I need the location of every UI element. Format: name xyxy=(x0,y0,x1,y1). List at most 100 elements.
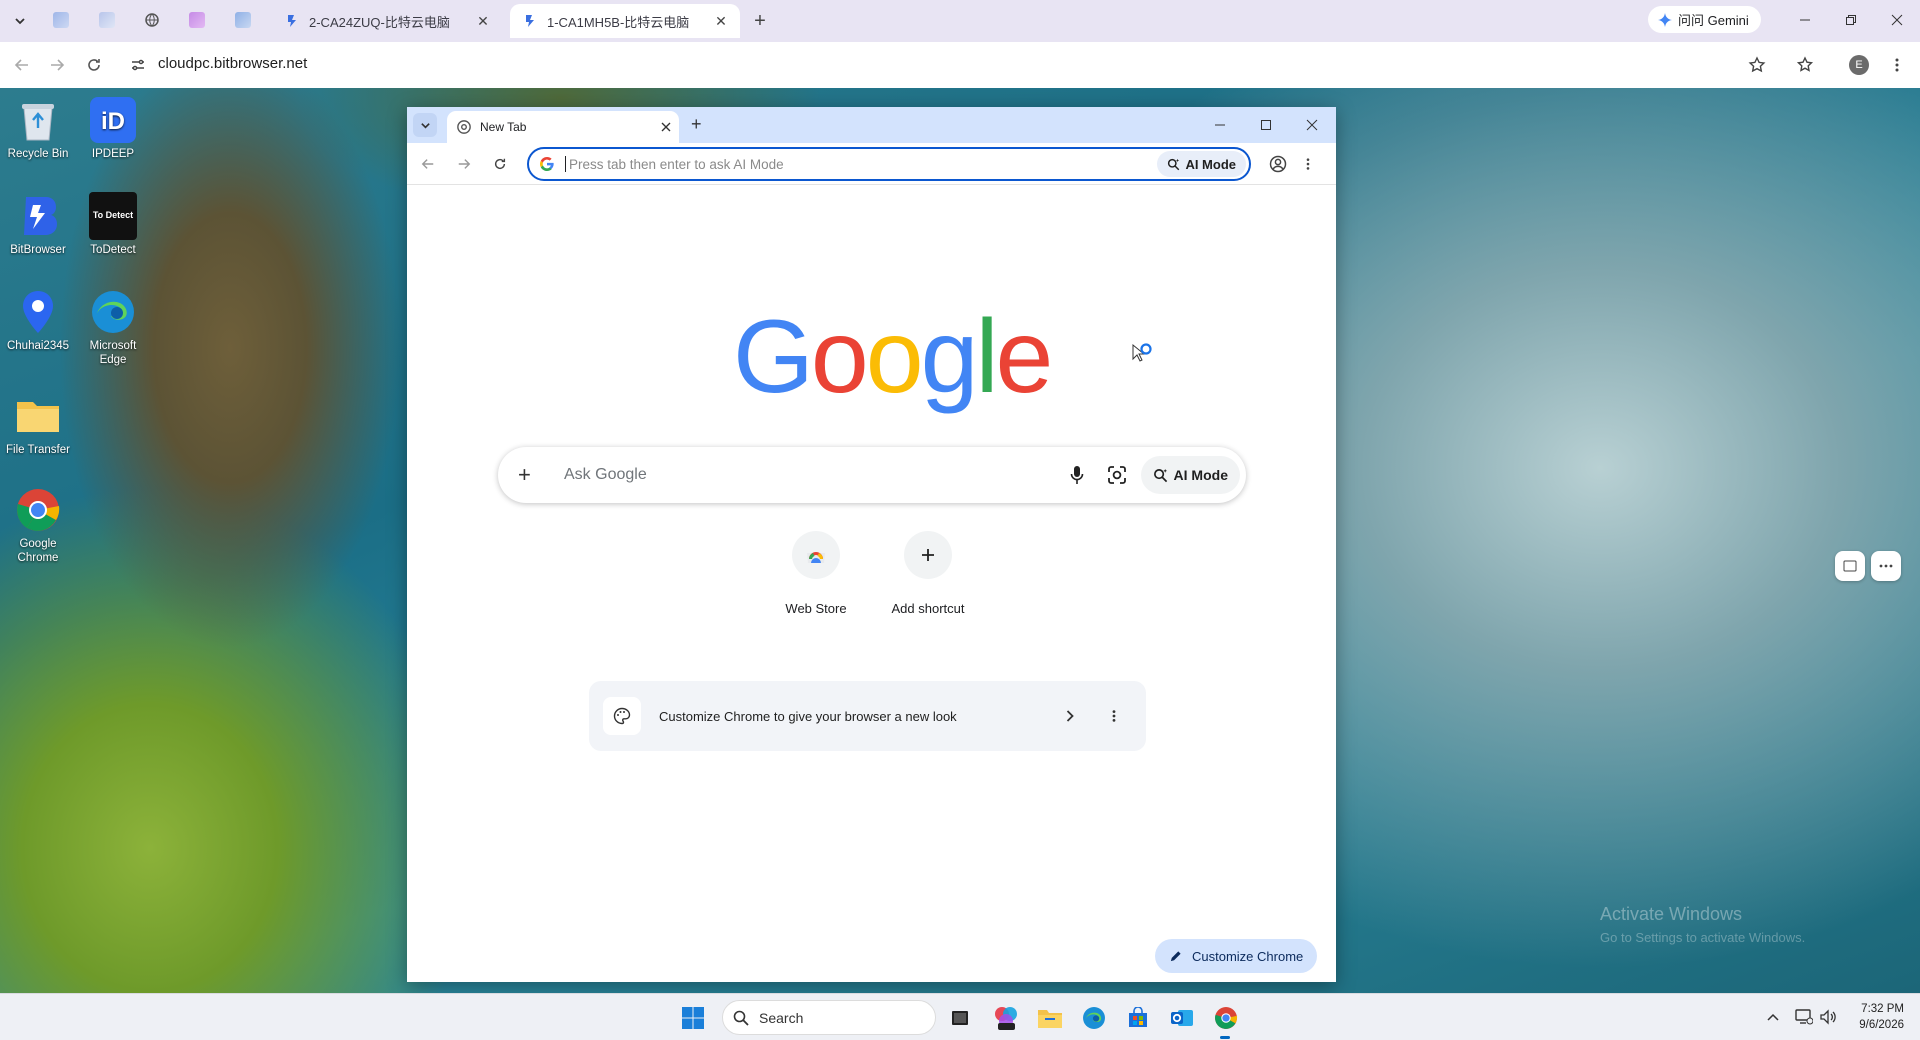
pinned-tab-1[interactable] xyxy=(50,9,72,31)
logo-letter: e xyxy=(995,299,1054,415)
close-window-button[interactable] xyxy=(1289,111,1335,139)
taskbar-search[interactable]: Search xyxy=(722,1000,936,1035)
taskbar-app-edge[interactable] xyxy=(1078,1002,1110,1034)
new-tab-button[interactable]: + xyxy=(748,9,772,33)
arrow-right-icon xyxy=(458,159,471,169)
task-view-button[interactable] xyxy=(944,1002,976,1034)
google-search-box[interactable]: + Ask Google AI Mode xyxy=(498,447,1246,503)
new-tab-button[interactable]: + xyxy=(691,114,702,135)
tab-title: 2-CA24ZUQ-比特云电脑 xyxy=(309,14,450,30)
reload-button[interactable] xyxy=(80,51,108,79)
site-info-button[interactable] xyxy=(124,51,152,79)
restore-button[interactable] xyxy=(1828,7,1874,33)
close-icon xyxy=(1306,119,1318,131)
desktop-icon-google-chrome[interactable]: Google Chrome xyxy=(2,486,74,566)
desktop-icon-recycle-bin[interactable]: Recycle Bin xyxy=(2,96,74,161)
minimize-button[interactable] xyxy=(1197,111,1243,139)
more-vert-icon[interactable] xyxy=(1096,698,1132,734)
taskbar-app-chrome[interactable] xyxy=(1210,1002,1242,1034)
search-label: Search xyxy=(759,1009,804,1026)
network-status-icon[interactable] xyxy=(1794,1008,1814,1026)
desktop-icon-ipdeep[interactable]: iD IPDEEP xyxy=(77,96,149,161)
ipdeep-icon: iD xyxy=(89,96,137,144)
chevron-up-icon xyxy=(1767,1013,1779,1021)
back-button[interactable] xyxy=(415,151,441,177)
star-icon xyxy=(1748,56,1766,73)
desktop-icon-bitbrowser[interactable]: BitBrowser xyxy=(2,192,74,257)
close-icon[interactable]: ✕ xyxy=(474,12,492,30)
reload-button[interactable] xyxy=(487,151,513,177)
omnibox[interactable]: Press tab then enter to ask AI Mode AI M… xyxy=(527,147,1251,181)
close-icon xyxy=(1891,14,1903,26)
arrow-right-icon xyxy=(51,59,65,71)
clock-time: 7:32 PM xyxy=(1861,1003,1904,1015)
outer-tab-2[interactable]: 1-CA1MH5B-比特云电脑 ✕ xyxy=(510,4,740,38)
bookmark-button[interactable] xyxy=(1743,51,1771,79)
google-logo: Google xyxy=(733,305,1053,409)
desktop-icon-chuhai2345[interactable]: Chuhai2345 xyxy=(2,288,74,353)
chevron-right-icon[interactable] xyxy=(1052,698,1088,734)
close-icon[interactable] xyxy=(661,122,671,132)
outer-tab-1[interactable]: 2-CA24ZUQ-比特云电脑 ✕ xyxy=(272,4,502,38)
desktop-icon-edge[interactable]: Microsoft Edge xyxy=(77,288,149,368)
outlook-icon xyxy=(1171,1010,1193,1026)
customize-chrome-card[interactable]: Customize Chrome to give your browser a … xyxy=(589,681,1146,751)
app-tile-icon xyxy=(235,12,251,28)
tab-search-dropdown[interactable] xyxy=(8,9,32,33)
avatar: E xyxy=(1849,55,1869,75)
ai-mode-button-large[interactable]: AI Mode xyxy=(1140,456,1240,494)
ai-mode-label: AI Mode xyxy=(1173,467,1228,483)
pinned-tab-3[interactable] xyxy=(141,9,163,31)
profile-button[interactable] xyxy=(1265,151,1291,177)
folder-icon xyxy=(1038,1010,1062,1028)
desktop-icon-label: Recycle Bin xyxy=(7,148,69,160)
desktop-icon-label: File Transfer xyxy=(6,444,70,456)
pinned-tab-4[interactable] xyxy=(186,9,208,31)
ai-search-icon xyxy=(1153,468,1167,482)
arrow-left-icon xyxy=(421,159,434,169)
lens-search-button[interactable] xyxy=(1097,455,1137,495)
taskbar-app-store[interactable] xyxy=(1122,1002,1154,1034)
inner-chrome-window: New Tab + Press tab then enter to ask AI… xyxy=(407,107,1336,982)
address-bar[interactable]: cloudpc.bitbrowser.net xyxy=(158,55,307,72)
taskbar-app-file-explorer[interactable] xyxy=(1034,1002,1066,1034)
close-icon[interactable]: ✕ xyxy=(712,12,730,30)
omnibox-placeholder: Press tab then enter to ask AI Mode xyxy=(569,156,784,172)
tab-new-tab[interactable]: New Tab xyxy=(447,111,679,143)
bitbrowser-icon xyxy=(526,15,534,27)
show-hidden-icons-button[interactable] xyxy=(1764,1008,1782,1026)
maximize-button[interactable] xyxy=(1243,111,1289,139)
profile-button[interactable]: E xyxy=(1845,51,1873,79)
system-clock[interactable]: 7:32 PM 9/6/2026 xyxy=(1840,1001,1904,1033)
new-tab-page: Google + Ask Google AI Mode Web Store Ad… xyxy=(407,185,1336,982)
more-options-button[interactable] xyxy=(1871,551,1901,581)
tab-search-dropdown[interactable] xyxy=(413,113,437,137)
ai-mode-button[interactable]: AI Mode xyxy=(1157,151,1246,177)
bookmarks-manager-button[interactable] xyxy=(1792,51,1820,79)
side-panel-button[interactable] xyxy=(1835,551,1865,581)
forward-button[interactable] xyxy=(451,151,477,177)
add-attachment-icon[interactable]: + xyxy=(518,462,540,488)
menu-button[interactable] xyxy=(1883,51,1911,79)
customize-chrome-button[interactable]: Customize Chrome xyxy=(1155,939,1318,973)
folder-icon xyxy=(14,392,62,440)
close-window-button[interactable] xyxy=(1874,7,1920,33)
active-app-indicator xyxy=(1220,1036,1230,1039)
forward-button[interactable] xyxy=(43,51,71,79)
shortcut-web-store[interactable]: Web Store xyxy=(760,531,872,616)
pinned-tab-2[interactable] xyxy=(96,9,118,31)
volume-icon[interactable] xyxy=(1818,1008,1838,1026)
desktop-icon-file-transfer[interactable]: File Transfer xyxy=(2,392,74,457)
back-button[interactable] xyxy=(8,51,36,79)
pinned-tab-5[interactable] xyxy=(232,9,254,31)
menu-button[interactable] xyxy=(1295,151,1321,177)
shortcut-add[interactable]: Add shortcut xyxy=(872,531,984,616)
start-button[interactable] xyxy=(677,1002,709,1034)
desktop-icon-todetect[interactable]: To Detect ToDetect xyxy=(77,192,149,257)
web-store-icon xyxy=(792,531,840,579)
taskbar-app-m365[interactable] xyxy=(990,1002,1022,1034)
voice-search-button[interactable] xyxy=(1057,455,1097,495)
minimize-button[interactable] xyxy=(1782,7,1828,33)
taskbar-app-outlook[interactable] xyxy=(1166,1002,1198,1034)
gemini-button[interactable]: 问问 Gemini xyxy=(1648,6,1761,33)
